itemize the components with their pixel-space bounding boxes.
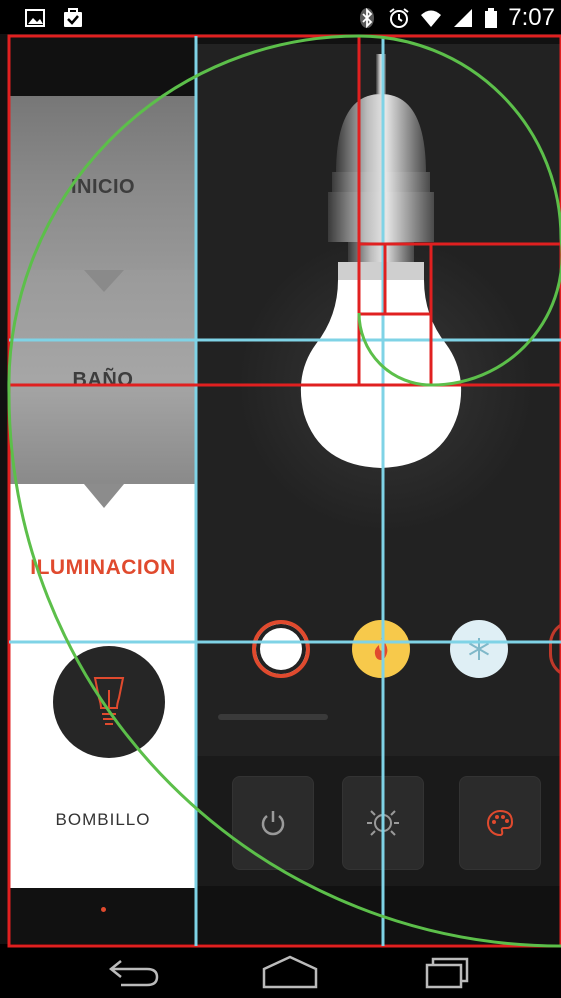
back-icon	[108, 960, 159, 987]
back-button[interactable]	[104, 952, 164, 992]
color-selector	[196, 614, 561, 684]
power-button[interactable]	[232, 776, 314, 870]
menu-item-bano[interactable]: BAÑO	[10, 270, 196, 490]
signal-icon	[454, 9, 473, 27]
light-control-panel	[196, 34, 561, 944]
panel-top-strip	[196, 34, 561, 44]
color-warm-swatch[interactable]	[352, 620, 410, 678]
status-time: 7:07	[508, 4, 555, 31]
color-white-swatch[interactable]	[252, 620, 310, 678]
menu-item-label: BAÑO	[72, 368, 134, 391]
alarm-icon	[389, 8, 409, 28]
page-indicator-dot	[101, 907, 106, 912]
palette-button[interactable]	[459, 776, 541, 870]
brightness-button[interactable]	[342, 776, 424, 870]
menu-item-label: ILUMINACION	[30, 556, 176, 579]
lightbulb-illustration-icon	[300, 54, 462, 468]
menu-arrow-icon	[84, 484, 124, 508]
bluetooth-icon	[360, 7, 375, 29]
panel-bottom-strip	[196, 886, 561, 944]
navigation-bar	[0, 944, 561, 998]
home-icon	[262, 955, 318, 989]
menu-item-label: INICIO	[70, 175, 136, 198]
app-screen: INICIO BAÑO ILUMINACION BOMBILLO	[0, 34, 561, 944]
device-button[interactable]	[53, 646, 165, 758]
snowflake-icon	[468, 638, 490, 660]
menu-item-inicio[interactable]: INICIO	[10, 96, 196, 278]
control-bar	[196, 756, 561, 886]
power-icon	[261, 811, 285, 836]
palette-icon	[487, 809, 514, 837]
wifi-icon	[421, 10, 442, 27]
recent-apps-icon	[425, 957, 469, 989]
room-menu: INICIO BAÑO ILUMINACION BOMBILLO	[0, 34, 196, 944]
briefcase-check-icon	[64, 8, 82, 27]
recent-apps-button[interactable]	[416, 952, 476, 992]
color-cold-swatch[interactable]	[450, 620, 508, 678]
flame-icon	[374, 638, 388, 660]
battery-icon	[485, 8, 498, 28]
swatch-scroll-indicator	[218, 714, 328, 720]
status-bar: 7:07	[0, 0, 561, 34]
image-icon	[25, 9, 45, 27]
device-label: BOMBILLO	[55, 810, 151, 829]
menu-arrow-icon	[84, 270, 124, 292]
brightness-icon	[367, 807, 399, 839]
color-red-swatch[interactable]	[549, 620, 561, 678]
home-button[interactable]	[260, 952, 320, 992]
lightbulb-icon	[93, 677, 125, 725]
